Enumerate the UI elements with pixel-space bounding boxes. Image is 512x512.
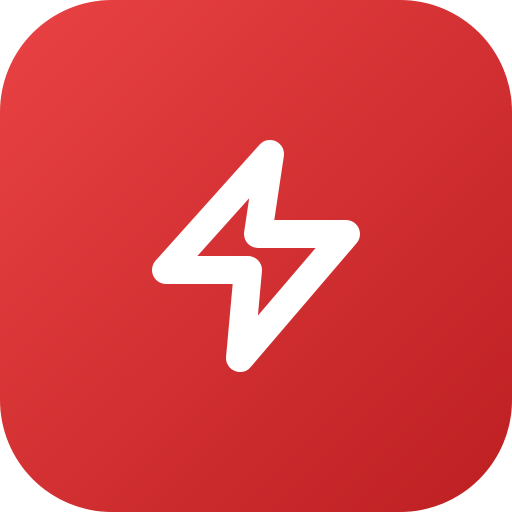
lightning-bolt-icon <box>0 0 512 512</box>
app-icon[interactable] <box>0 0 512 512</box>
